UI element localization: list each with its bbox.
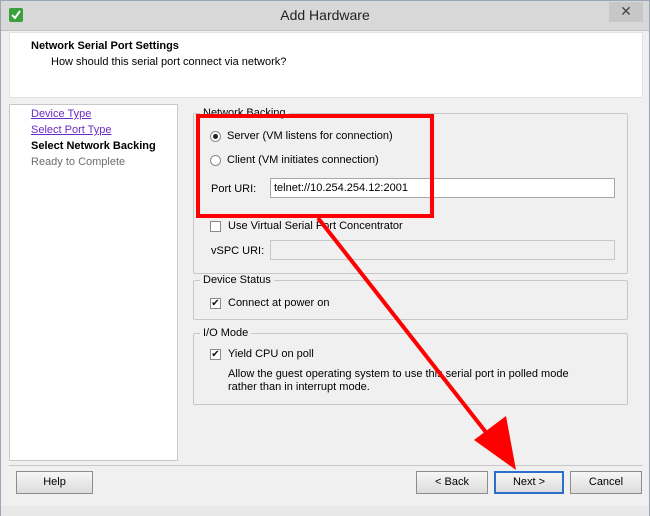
sidebar-item-select-network-backing: Select Network Backing <box>31 140 156 152</box>
server-radio-label[interactable]: Server (VM listens for connection) <box>227 130 393 142</box>
wizard-header: Network Serial Port Settings How should … <box>9 32 643 98</box>
page-title: Network Serial Port Settings <box>31 40 179 52</box>
add-hardware-dialog: Add Hardware ✕ Network Serial Port Setti… <box>0 0 650 516</box>
wizard-steps-sidebar: Device Type Select Port Type Select Netw… <box>9 104 178 461</box>
title-bar: Add Hardware ✕ <box>1 1 649 31</box>
help-button[interactable]: Help <box>16 471 93 494</box>
connect-at-power-on-label[interactable]: Connect at power on <box>228 297 330 309</box>
server-radio[interactable] <box>210 131 221 142</box>
network-backing-group-label: Network Backing <box>200 107 289 119</box>
network-backing-group: Network Backing Server (VM listens for c… <box>193 107 628 274</box>
close-icon: ✕ <box>620 4 632 20</box>
vspc-uri-input[interactable] <box>270 240 615 260</box>
bottom-strip <box>1 506 649 516</box>
client-radio[interactable] <box>210 155 221 166</box>
client-radio-label[interactable]: Client (VM initiates connection) <box>227 154 379 166</box>
vspc-uri-label: vSPC URI: <box>211 245 265 257</box>
connect-at-power-on-checkbox[interactable]: ✔ <box>210 298 221 309</box>
yield-cpu-checkbox[interactable]: ✔ <box>210 349 221 360</box>
footer-divider <box>9 465 643 466</box>
sidebar-item-device-type[interactable]: Device Type <box>31 108 91 120</box>
io-mode-group-label: I/O Mode <box>200 327 252 339</box>
sidebar-item-ready-to-complete: Ready to Complete <box>31 156 126 168</box>
vspc-checkbox[interactable] <box>210 221 221 232</box>
device-status-group-label: Device Status <box>200 274 274 286</box>
window-title: Add Hardware <box>280 7 370 23</box>
yield-cpu-label[interactable]: Yield CPU on poll <box>228 348 314 360</box>
back-button[interactable]: < Back <box>416 471 488 494</box>
port-uri-input[interactable] <box>270 178 615 198</box>
device-status-group: Device Status ✔ Connect at power on <box>193 274 628 320</box>
io-mode-description-line-2: rather than in interrupt mode. <box>228 381 370 393</box>
main-panel: Network Backing Server (VM listens for c… <box>184 104 643 461</box>
port-uri-label: Port URI: <box>211 183 257 195</box>
cancel-button[interactable]: Cancel <box>570 471 642 494</box>
page-subtitle: How should this serial port connect via … <box>51 56 287 68</box>
sidebar-item-select-port-type[interactable]: Select Port Type <box>31 124 112 136</box>
io-mode-group: I/O Mode ✔ Yield CPU on poll Allow the g… <box>193 327 628 405</box>
next-button[interactable]: Next > <box>494 471 564 494</box>
io-mode-description-line-1: Allow the guest operating system to use … <box>228 368 569 380</box>
vspc-checkbox-label[interactable]: Use Virtual Serial Port Concentrator <box>228 220 403 232</box>
close-button[interactable]: ✕ <box>609 2 643 22</box>
